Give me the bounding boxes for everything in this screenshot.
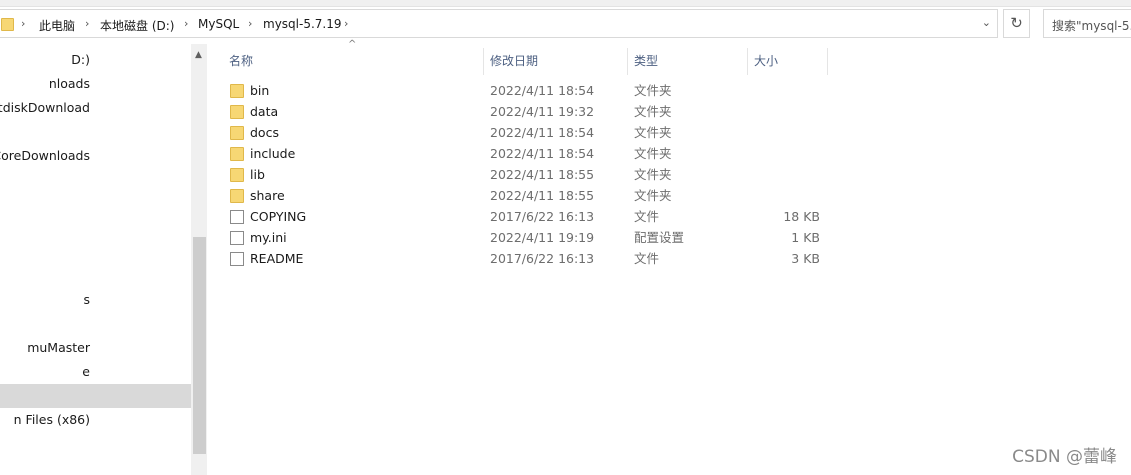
nav-item[interactable]: nloads (0, 72, 191, 96)
folder-icon (230, 168, 244, 182)
file-row[interactable]: include 2022/4/11 18:54 文件夹 (228, 143, 828, 164)
file-type: 配置设置 (634, 230, 685, 245)
file-row[interactable]: share 2022/4/11 18:55 文件夹 (228, 185, 828, 206)
nav-scrollbar[interactable]: ▲ (191, 44, 207, 475)
file-name: my.ini (250, 230, 287, 245)
chevron-right-icon[interactable]: › (248, 17, 252, 30)
file-date: 2022/4/11 18:55 (490, 188, 595, 203)
column-header-name[interactable]: 名称 (229, 48, 253, 75)
file-date: 2022/4/11 18:55 (490, 167, 595, 182)
nav-item[interactable] (0, 216, 191, 240)
nav-item[interactable] (0, 192, 191, 216)
folder-icon (230, 126, 244, 140)
refresh-icon: ↻ (1010, 14, 1023, 32)
search-placeholder: 搜索"mysql-5.7.19" (1052, 19, 1131, 33)
chevron-right-icon[interactable]: › (21, 17, 25, 30)
file-name: share (250, 188, 285, 203)
nav-item-selected[interactable] (0, 384, 191, 408)
folder-icon (230, 189, 244, 203)
column-divider[interactable] (747, 48, 748, 75)
nav-item[interactable] (0, 120, 191, 144)
file-size: 3 KB (791, 251, 820, 266)
nav-item[interactable]: n Files (x86) (0, 408, 191, 432)
file-date: 2022/4/11 19:32 (490, 104, 595, 119)
nav-item[interactable]: e (0, 360, 191, 384)
file-name: README (250, 251, 304, 266)
file-date: 2017/6/22 16:13 (490, 209, 595, 224)
folder-icon (230, 147, 244, 161)
file-type: 文件夹 (634, 125, 672, 140)
settings-file-icon (230, 231, 244, 245)
file-name: lib (250, 167, 265, 182)
refresh-button[interactable]: ↻ (1003, 9, 1030, 38)
column-header-date[interactable]: 修改日期 (490, 48, 538, 75)
file-date: 2022/4/11 19:19 (490, 230, 595, 245)
address-bar[interactable]: › 此电脑 › 本地磁盘 (D:) › MySQL › mysql-5.7.19… (0, 9, 998, 38)
file-row[interactable]: docs 2022/4/11 18:54 文件夹 (228, 122, 828, 143)
file-type: 文件 (634, 209, 660, 224)
file-row[interactable]: COPYING 2017/6/22 16:13 文件 18 KB (228, 206, 828, 227)
navigation-pane[interactable]: D:) nloads etdiskDownload CoreDownloads … (0, 44, 191, 475)
chevron-right-icon[interactable]: › (85, 17, 89, 30)
file-type: 文件夹 (634, 167, 672, 182)
watermark: CSDN @蕾峰 (1012, 447, 1117, 467)
folder-icon (230, 84, 244, 98)
nav-item[interactable] (0, 240, 191, 264)
nav-item[interactable]: etdiskDownload (0, 96, 191, 120)
column-header-size[interactable]: 大小 (754, 48, 778, 75)
column-divider[interactable] (627, 48, 628, 75)
chevron-right-icon[interactable]: › (184, 17, 188, 30)
scroll-up-arrow-icon[interactable]: ▲ (195, 50, 202, 60)
nav-item[interactable]: CoreDownloads (0, 144, 191, 168)
column-divider[interactable] (483, 48, 484, 75)
column-divider[interactable] (827, 48, 828, 75)
breadcrumb-mysql-version[interactable]: mysql-5.7.19 (263, 17, 342, 31)
file-date: 2022/4/11 18:54 (490, 83, 595, 98)
file-type: 文件夹 (634, 104, 672, 119)
folder-icon (230, 105, 244, 119)
file-name: COPYING (250, 209, 307, 224)
sort-ascending-icon: ^ (348, 39, 357, 50)
file-type: 文件夹 (634, 146, 672, 161)
window-top-edge (0, 0, 1131, 7)
file-date: 2022/4/11 18:54 (490, 146, 595, 161)
breadcrumb-mysql[interactable]: MySQL (198, 17, 239, 31)
nav-item[interactable]: s (0, 288, 191, 312)
file-name: data (250, 104, 279, 119)
nav-item[interactable]: muMaster (0, 336, 191, 360)
file-row[interactable]: bin 2022/4/11 18:54 文件夹 (228, 80, 828, 101)
file-type: 文件夹 (634, 83, 672, 98)
scrollbar-thumb[interactable] (193, 237, 206, 454)
file-icon (230, 210, 244, 224)
nav-item[interactable] (0, 312, 191, 336)
file-row[interactable]: data 2022/4/11 19:32 文件夹 (228, 101, 828, 122)
folder-icon (1, 18, 14, 31)
file-type: 文件夹 (634, 188, 672, 203)
breadcrumb-this-pc[interactable]: 此电脑 (39, 17, 75, 34)
nav-item[interactable] (0, 168, 191, 192)
breadcrumb-local-disk[interactable]: 本地磁盘 (D:) (100, 17, 174, 34)
chevron-right-icon[interactable]: › (344, 17, 348, 30)
file-icon (230, 252, 244, 266)
file-type: 文件 (634, 251, 660, 266)
chevron-down-icon[interactable]: ⌄ (982, 16, 991, 29)
search-input[interactable]: 搜索"mysql-5.7.19" (1043, 9, 1131, 38)
file-size: 1 KB (791, 230, 820, 245)
file-date: 2017/6/22 16:13 (490, 251, 595, 266)
file-name: docs (250, 125, 279, 140)
column-header-type[interactable]: 类型 (634, 48, 658, 75)
file-date: 2022/4/11 18:54 (490, 125, 595, 140)
nav-item[interactable] (0, 264, 191, 288)
nav-item[interactable]: D:) (0, 48, 191, 72)
file-name: include (250, 146, 296, 161)
file-row[interactable]: README 2017/6/22 16:13 文件 3 KB (228, 248, 828, 269)
file-row[interactable]: my.ini 2022/4/11 19:19 配置设置 1 KB (228, 227, 828, 248)
file-row[interactable]: lib 2022/4/11 18:55 文件夹 (228, 164, 828, 185)
file-name: bin (250, 83, 270, 98)
file-size: 18 KB (783, 209, 820, 224)
